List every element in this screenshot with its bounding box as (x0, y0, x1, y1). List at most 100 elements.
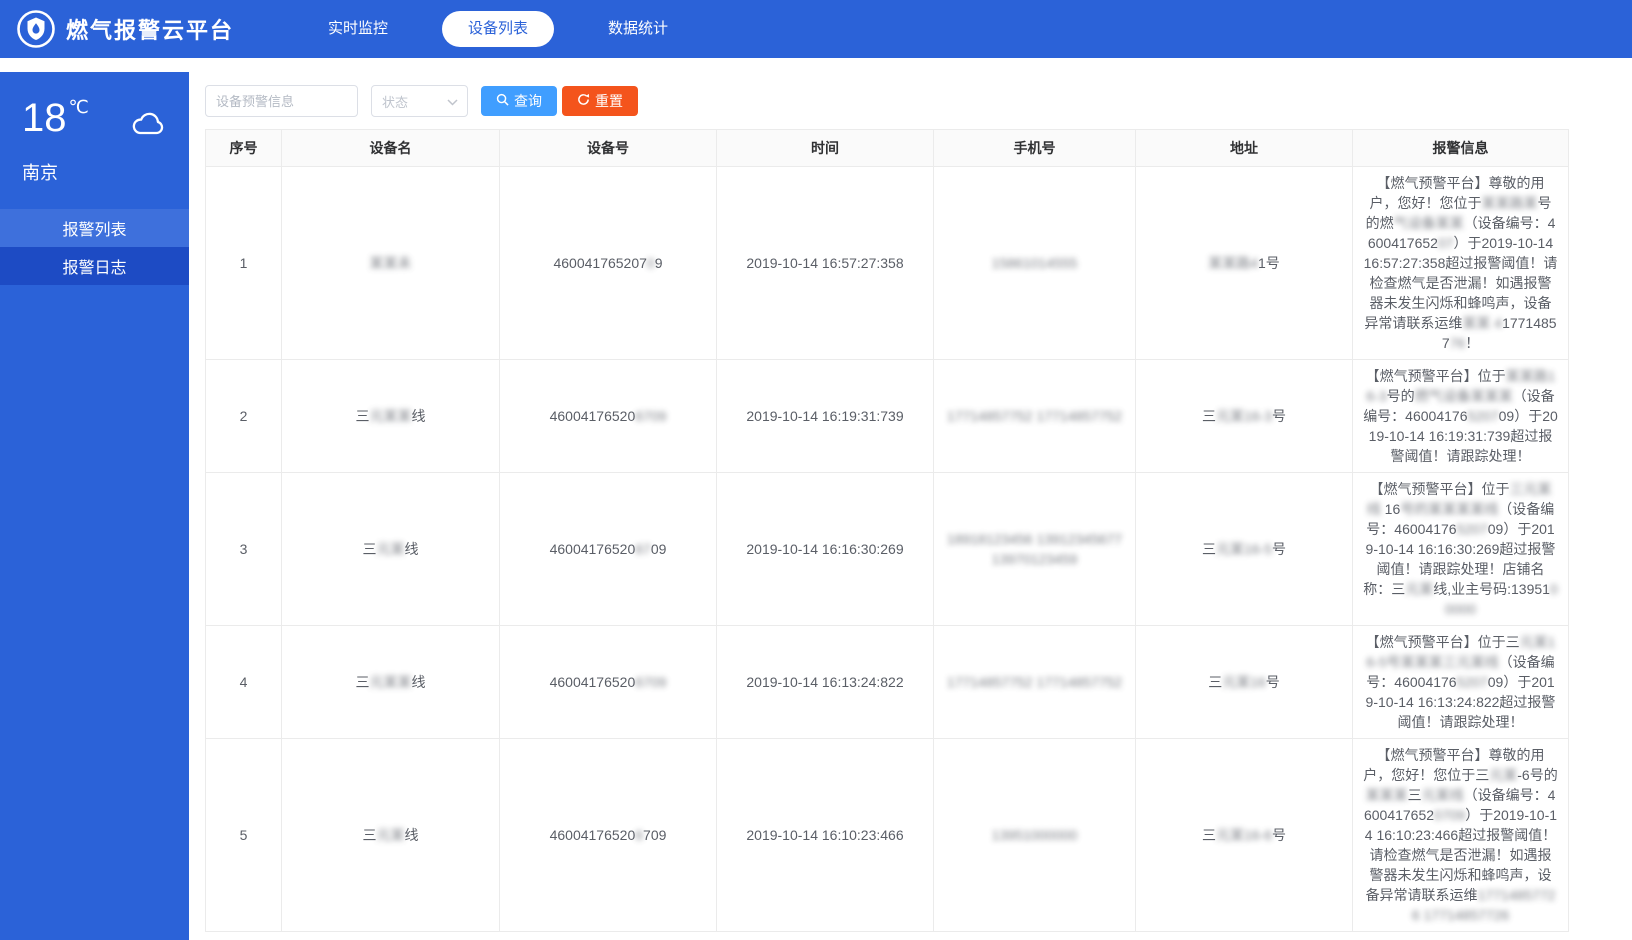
redacted-text: 某某某 (1366, 787, 1408, 803)
cell-index: 4 (206, 626, 282, 739)
cell-text: 号的 (1387, 388, 1415, 404)
cell-text: 【燃气预警平台】位于三 (1366, 634, 1520, 650)
cell-phone: 17714857752 17714857752 (934, 360, 1136, 473)
cell-text: 三 (1208, 674, 1222, 690)
cell-text: 线 (412, 674, 426, 690)
cell-device-name: 三元某线 (282, 739, 500, 932)
table-row[interactable]: 3三元某线4600417652067092019-10-14 16:16:30:… (206, 473, 1569, 626)
app-title: 燃气报警云平台 (66, 13, 234, 45)
status-select[interactable]: 状态 (371, 85, 468, 117)
weather-widget: 18℃ 南京 (0, 72, 189, 185)
redacted-text: 6 (635, 827, 643, 843)
cell-text: 三 (1391, 581, 1405, 597)
redacted-text: 某某路某 (1482, 195, 1538, 211)
cell-device-name: 某某未 (282, 167, 500, 360)
cell-text: 46004176520 (550, 408, 636, 424)
cell-text: 1号 (1258, 255, 1280, 271)
cell-text: -6号的 (1517, 767, 1557, 783)
cell-text: 2019-10-14 16:13:24:822 (746, 674, 903, 690)
col-device-name: 设备名 (282, 130, 500, 167)
cell-text: 3 (240, 541, 248, 557)
shield-flame-icon (16, 9, 56, 49)
cell-address: 三元某16-6号 (1136, 739, 1353, 932)
redacted-text: 元某16 (1222, 674, 1266, 690)
redacted-text: 5207 (1467, 408, 1498, 424)
cell-device-no: 460041765206709 (500, 360, 717, 473)
cell-time: 2019-10-14 16:10:23:466 (717, 739, 934, 932)
table-row[interactable]: 4 三元某某线460041765206709 2019-10-14 16:13:24… (206, 626, 1569, 739)
col-index: 序号 (206, 130, 282, 167)
redacted-text: 07 (1438, 235, 1454, 251)
alarm-table-body: 1某某未460041765207092019-10-14 16:57:27:35… (206, 167, 1569, 932)
temperature-value: 18 (22, 96, 67, 140)
cell-address: 某某路41号 (1136, 167, 1353, 360)
nav-item-data-statistics[interactable]: 数据统计 (582, 11, 694, 47)
cell-phone: 17714857752 17714857752 (934, 626, 1136, 739)
cell-index: 5 (206, 739, 282, 932)
redacted-text: 76 (1450, 335, 1466, 351)
redacted-text: 5207 (1457, 521, 1488, 537)
col-address: 地址 (1136, 130, 1353, 167)
cell-text: 号 (1272, 408, 1286, 424)
sidebar-item-alarm-list[interactable]: 报警列表 (0, 209, 189, 247)
table-row[interactable]: 2三元某某线4600417652067092019-10-14 16:19:31… (206, 360, 1569, 473)
redacted-text: 元某 (1405, 581, 1433, 597)
cell-device-no: 460041765206709 (500, 626, 717, 739)
redacted-text: 15861014555 (992, 255, 1078, 271)
main-content: 状态 查询 (189, 58, 1632, 940)
nav-item-realtime-monitor[interactable]: 实时监控 (302, 11, 414, 47)
cell-device-name: 三元某某线 (282, 626, 500, 739)
reset-button[interactable]: 重置 (562, 86, 638, 116)
cell-alarm-message: 【燃气预警平台】位于三元某线 16号的某某某某线（设备编号：4600417652… (1353, 473, 1569, 626)
cell-text: 4 (240, 674, 248, 690)
redacted-text: 燃气设备某某某 (1415, 388, 1513, 404)
cell-text: 2019-10-14 16:16:30:269 (746, 541, 903, 557)
page-body: 18℃ 南京 报警列表 报警日志 状态 (0, 58, 1632, 940)
alarm-table: 序号 设备名 设备号 时间 手机号 地址 报警信息 1某某未4600417652… (205, 129, 1569, 932)
search-input[interactable] (205, 85, 358, 117)
col-time: 时间 (717, 130, 934, 167)
cell-phone: 15861014555 (934, 167, 1136, 360)
col-phone: 手机号 (934, 130, 1136, 167)
cell-phone: 13951000000 (934, 739, 1136, 932)
redacted-text: 某某 4 (1462, 315, 1502, 331)
query-button[interactable]: 查询 (481, 86, 557, 116)
cell-text: 三 (363, 827, 377, 843)
cell-text: 三 (363, 541, 377, 557)
redacted-text: 元某 (377, 541, 405, 557)
redacted-text: 17714857752 17714857752 (947, 674, 1122, 690)
cell-text: 号 (1272, 827, 1286, 843)
sidebar-item-alarm-log[interactable]: 报警日志 (0, 247, 189, 285)
reset-button-label: 重置 (595, 91, 623, 111)
cell-index: 3 (206, 473, 282, 626)
cell-text: 46004176520 (550, 674, 636, 690)
cell-address: 三元某16号 (1136, 626, 1353, 739)
cell-text: 709 (643, 827, 666, 843)
cell-address: 三元某16-5号 (1136, 473, 1353, 626)
cell-time: 2019-10-14 16:16:30:269 (717, 473, 934, 626)
nav-item-device-list[interactable]: 设备列表 (442, 11, 554, 47)
table-row[interactable]: 1某某未460041765207092019-10-14 16:57:27:35… (206, 167, 1569, 360)
redacted-text: 0709 (1434, 807, 1465, 823)
redacted-text: 气设备某某 (1394, 215, 1464, 231)
redacted-text: 某某路4 (1208, 255, 1258, 271)
redacted-text: 18918123456 13912345677 13970123459 (947, 531, 1122, 567)
cell-text: 三 (1202, 541, 1216, 557)
cell-text: 线 (405, 827, 419, 843)
main-nav: 实时监控 设备列表 数据统计 (302, 11, 722, 47)
redacted-text: 13951000000 (992, 827, 1078, 843)
cell-index: 1 (206, 167, 282, 360)
cell-device-no: 46004176520709 (500, 167, 717, 360)
redacted-text: 号的某某某某线 (1400, 501, 1498, 517)
table-row[interactable]: 5三元某线4600417652067092019-10-14 16:10:23:… (206, 739, 1569, 932)
cell-text: 【燃气预警平台】位于 (1370, 481, 1510, 497)
cell-phone: 18918123456 13912345677 13970123459 (934, 473, 1136, 626)
cell-text: 三 (1202, 827, 1216, 843)
cell-text: 号 (1266, 674, 1280, 690)
temperature-label: 18℃ (22, 98, 89, 138)
cell-time: 2019-10-14 16:19:31:739 (717, 360, 934, 473)
cell-alarm-message: 【燃气预警平台】尊敬的用户，您好！您位于三元某-6号的某某某三元某线（设备编号：… (1353, 739, 1569, 932)
redacted-text: 6709 (635, 408, 666, 424)
redacted-text: 元某16-6 (1216, 827, 1272, 843)
cell-text: 2019-10-14 16:19:31:739 (746, 408, 903, 424)
